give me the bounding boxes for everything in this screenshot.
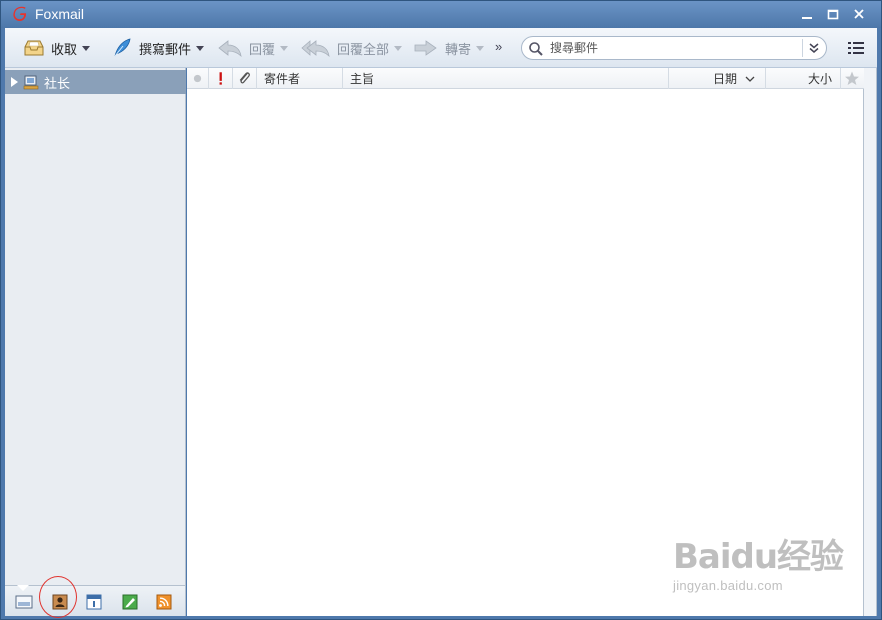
sort-chevron-down-icon [745, 76, 755, 82]
more-toolbar-button[interactable]: » [495, 39, 502, 54]
reply-all-button[interactable]: 回覆全部 [301, 36, 403, 60]
column-subject[interactable]: 主旨 [343, 68, 669, 89]
column-priority[interactable] [209, 68, 233, 89]
search-options-button[interactable] [802, 39, 824, 57]
search-input[interactable] [550, 40, 795, 56]
column-attachment[interactable] [233, 68, 257, 89]
read-status-icon [193, 74, 202, 83]
close-button[interactable] [849, 5, 869, 23]
receive-button[interactable]: 收取 [23, 36, 91, 60]
contacts-highlight-ring [39, 576, 77, 618]
sender-column-label: 寄件者 [264, 72, 301, 86]
column-read-status[interactable] [187, 68, 209, 89]
minimize-icon [802, 17, 812, 19]
star-icon [845, 71, 859, 85]
foxmail-logo-icon [13, 6, 27, 22]
forward-dropdown-icon[interactable] [476, 45, 485, 51]
reply-button[interactable]: 回覆 [217, 36, 289, 60]
active-module-marker [17, 585, 29, 591]
watermark-title: Baidu经验 [673, 537, 844, 577]
subject-column-label: 主旨 [350, 72, 375, 86]
sidebar-item-account[interactable]: 社长 [5, 70, 186, 94]
window-title: Foxmail [35, 6, 85, 22]
reply-dropdown-icon[interactable] [280, 45, 289, 51]
mail-list-header: 寄件者 主旨 日期 大小 [187, 68, 864, 89]
receive-label: 收取 [51, 41, 78, 57]
attachment-clip-icon [239, 72, 250, 84]
forward-button[interactable]: 轉寄 [413, 36, 485, 60]
minimize-button[interactable] [797, 5, 817, 23]
baidu-jingyan-watermark: Baidu经验 jingyan.baidu.com [673, 529, 844, 593]
column-size[interactable]: 大小 [766, 68, 841, 89]
priority-icon [219, 72, 222, 85]
rss-icon[interactable] [155, 594, 173, 610]
forward-arrow-icon [414, 40, 437, 56]
title-bar[interactable]: Foxmail [1, 1, 881, 28]
search-icon[interactable] [528, 41, 544, 57]
maximize-button[interactable] [823, 5, 843, 23]
calendar-icon[interactable] [85, 594, 103, 610]
date-column-label: 日期 [712, 72, 737, 86]
reply-label: 回覆 [249, 41, 276, 57]
receive-dropdown-icon[interactable] [82, 45, 91, 51]
mail-icon[interactable] [15, 594, 33, 610]
account-label: 社长 [44, 75, 71, 91]
expand-triangle-icon[interactable] [11, 77, 18, 87]
compose-button[interactable]: 撰寫郵件 [111, 36, 205, 60]
watermark-url: jingyan.baidu.com [673, 578, 783, 593]
feather-pen-icon [114, 38, 131, 57]
double-chevron-down-icon [809, 43, 818, 53]
reply-all-dropdown-icon[interactable] [394, 45, 403, 51]
account-icon [23, 75, 39, 90]
reply-all-label: 回覆全部 [337, 41, 390, 57]
main-toolbar: 收取 撰寫郵件 回覆 回覆全部 轉寄 » 搜尋郵件 [5, 28, 877, 68]
foxmail-window: Foxmail 收取 撰寫郵件 回覆 回覆全部 轉寄 » 搜尋郵件 社长 寄件者… [0, 0, 882, 620]
module-switcher [5, 585, 186, 616]
forward-label: 轉寄 [445, 41, 472, 57]
inbox-tray-icon [24, 40, 44, 56]
notes-icon[interactable] [121, 594, 139, 610]
column-star[interactable] [841, 68, 863, 89]
column-sender[interactable]: 寄件者 [257, 68, 343, 89]
maximize-icon [827, 9, 839, 20]
size-column-label: 大小 [807, 72, 832, 86]
compose-dropdown-icon[interactable] [196, 45, 205, 51]
menu-list-icon[interactable] [847, 40, 865, 56]
compose-label: 撰寫郵件 [139, 41, 192, 57]
close-icon [854, 9, 864, 19]
column-date[interactable]: 日期 [669, 68, 766, 89]
reply-arrow-icon [218, 40, 242, 58]
folder-sidebar: 社长 [5, 68, 186, 585]
reply-all-arrow-icon [301, 40, 330, 58]
search-box [521, 36, 827, 60]
right-panel-edge [864, 68, 877, 616]
